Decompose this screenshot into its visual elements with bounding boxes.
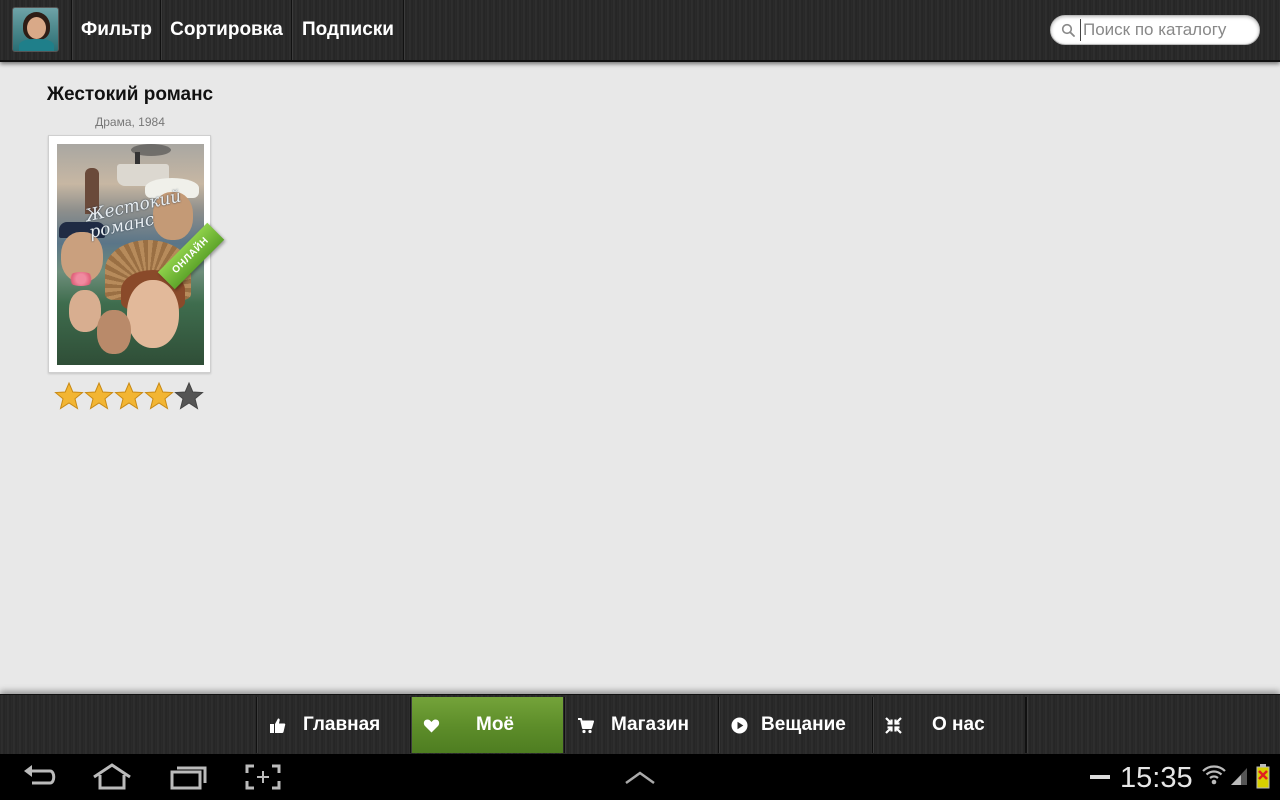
up-chevron-icon[interactable] [620,763,660,791]
top-bar: Фильтр Сортировка Подписки [0,0,1280,62]
sort-tab[interactable]: Сортировка [162,0,292,60]
star-empty-icon [174,381,204,410]
nav-broadcast-label: Вещание [761,714,846,735]
cart-icon [578,718,594,734]
thumbs-up-icon [270,718,286,733]
subscriptions-tab[interactable]: Подписки [293,0,404,60]
heart-icon [423,719,440,733]
star-filled-icon [54,381,84,410]
minus-icon [1090,775,1110,779]
movie-title[interactable]: Жестокий романс [40,84,220,106]
nav-broadcast[interactable]: Вещание [718,697,871,753]
nav-my[interactable]: Моё [410,697,563,753]
nav-about-label: О нас [932,714,985,735]
nav-home[interactable]: Главная [256,697,409,753]
home-icon[interactable] [92,763,132,791]
nav-about[interactable]: О нас [872,697,1025,753]
compress-arrows-icon [885,717,902,734]
movie-genre-year: Драма, 1984 [95,115,165,129]
rating-stars [54,381,204,411]
star-filled-icon [114,381,144,410]
nav-shop[interactable]: Магазин [564,697,717,753]
search-input[interactable] [1080,19,1252,41]
battery-icon [1256,764,1270,789]
clock: 15:35 [1120,762,1193,794]
system-bar: 15:35 [0,754,1280,800]
filter-tab[interactable]: Фильтр [73,0,161,60]
star-filled-icon [144,381,174,410]
avatar [12,7,59,52]
search-box[interactable] [1050,15,1260,45]
nav-my-label: Моё [476,714,514,735]
screenshot-icon[interactable] [243,763,283,791]
recent-apps-icon[interactable] [168,763,208,791]
back-icon[interactable] [20,763,60,791]
wifi-icon [1202,765,1226,785]
nav-shop-label: Магазин [611,714,689,735]
star-filled-icon [84,381,114,410]
nav-home-label: Главная [303,714,381,735]
profile-button[interactable] [0,0,72,60]
search-icon [1061,23,1075,37]
signal-icon [1231,768,1247,785]
play-circle-icon [731,717,748,734]
bottom-navigation: Главная Моё Магазин Вещание О нас [0,694,1280,754]
